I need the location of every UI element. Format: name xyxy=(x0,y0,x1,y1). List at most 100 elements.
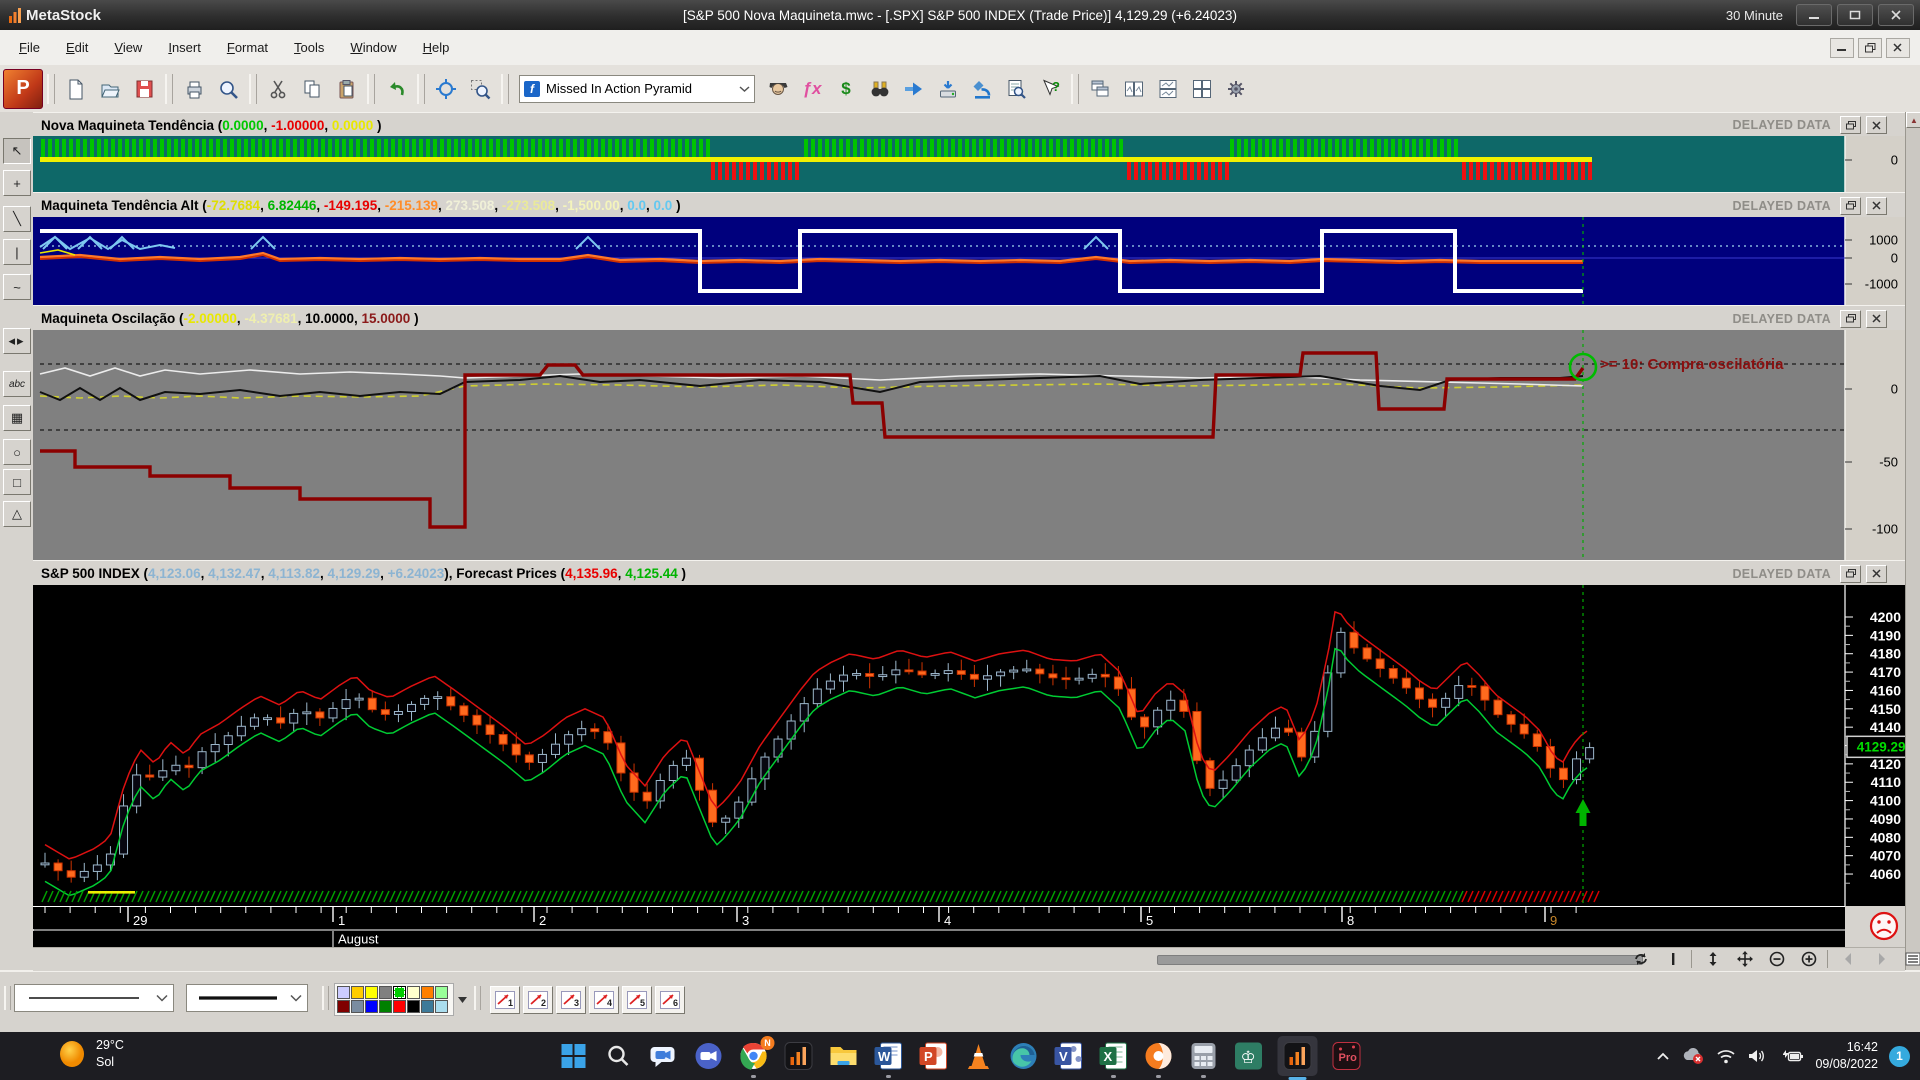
menu-view[interactable]: View xyxy=(101,36,155,59)
child-restore-button[interactable] xyxy=(1858,38,1882,58)
close-button[interactable] xyxy=(1878,4,1914,26)
zoom-out-button[interactable] xyxy=(1763,949,1791,969)
menu-edit[interactable]: Edit xyxy=(53,36,101,59)
zoom-in-button[interactable] xyxy=(1795,949,1823,969)
color-swatch[interactable] xyxy=(379,986,392,999)
maximize-button[interactable] xyxy=(1837,4,1873,26)
paste-button[interactable] xyxy=(329,72,363,106)
vertical-scrollbar[interactable]: ▲ xyxy=(1905,112,1920,970)
panel-close-button[interactable] xyxy=(1866,310,1887,328)
scrollbar-thumb[interactable] xyxy=(1157,955,1643,965)
menu-format[interactable]: Format xyxy=(214,36,281,59)
layout-settings-button[interactable] xyxy=(1219,72,1253,106)
panel-restore-button[interactable] xyxy=(1840,116,1861,134)
wifi-icon[interactable] xyxy=(1716,1048,1736,1064)
child-minimize-button[interactable] xyxy=(1830,38,1854,58)
minimize-button[interactable] xyxy=(1796,4,1832,26)
taskbar-start-icon[interactable] xyxy=(558,1040,590,1072)
pan-button[interactable] xyxy=(1731,949,1759,969)
panel-restore-button[interactable] xyxy=(1840,197,1861,215)
color-swatch[interactable] xyxy=(393,986,406,999)
forecast-arrow-button[interactable] xyxy=(897,72,931,106)
panel-restore-button[interactable] xyxy=(1840,310,1861,328)
crosshair-button[interactable] xyxy=(429,72,463,106)
chart-template-4[interactable]: 4 xyxy=(589,986,619,1014)
color-swatch[interactable] xyxy=(379,1000,392,1013)
expert-advisor-button[interactable] xyxy=(761,72,795,106)
scroll-up-button[interactable]: ▲ xyxy=(1906,112,1920,128)
save-button[interactable] xyxy=(127,72,161,106)
notification-badge[interactable]: 1 xyxy=(1889,1046,1910,1067)
print-preview-button[interactable] xyxy=(211,72,245,106)
color-swatch[interactable] xyxy=(365,1000,378,1013)
menu-file[interactable]: File xyxy=(6,36,53,59)
taskbar-browser-icon[interactable] xyxy=(1143,1040,1175,1072)
color-swatch[interactable] xyxy=(435,1000,448,1013)
taskbar-metastock-icon[interactable] xyxy=(783,1040,815,1072)
color-swatch[interactable] xyxy=(435,986,448,999)
panel-restore-button[interactable] xyxy=(1840,565,1861,583)
taskbar-clock[interactable]: 16:42 09/08/2022 xyxy=(1815,1039,1878,1073)
color-swatch[interactable] xyxy=(421,986,434,999)
color-swatch[interactable] xyxy=(351,986,364,999)
color-swatch[interactable] xyxy=(337,1000,350,1013)
taskbar-metastock-active-icon[interactable] xyxy=(1278,1036,1318,1076)
onedrive-error-icon[interactable] xyxy=(1681,1047,1705,1065)
child-close-button[interactable] xyxy=(1886,38,1910,58)
date-axis[interactable]: 291234589August xyxy=(0,906,1920,947)
palette-more-button[interactable] xyxy=(455,992,469,1008)
menu-tools[interactable]: Tools xyxy=(281,36,337,59)
open-folder-button[interactable] xyxy=(93,72,127,106)
panel-close-button[interactable] xyxy=(1866,565,1887,583)
expand-vertical-button[interactable] xyxy=(1699,949,1727,969)
taskbar-visio-icon[interactable]: V xyxy=(1053,1040,1085,1072)
chart-template-5[interactable]: 5 xyxy=(622,986,652,1014)
taskbar-pro-icon[interactable]: Pro xyxy=(1331,1040,1363,1072)
taskbar-word-icon[interactable]: W xyxy=(873,1040,905,1072)
tile-vertical-button[interactable] xyxy=(1117,72,1151,106)
color-swatch[interactable] xyxy=(407,1000,420,1013)
taskbar-powerpoint-icon[interactable]: P xyxy=(918,1040,950,1072)
explorer-binoculars-button[interactable] xyxy=(863,72,897,106)
chart-template-3[interactable]: 3 xyxy=(556,986,586,1014)
panel-close-button[interactable] xyxy=(1866,116,1887,134)
color-swatch[interactable] xyxy=(393,1000,406,1013)
tray-chevron-icon[interactable] xyxy=(1656,1051,1670,1061)
list-button[interactable] xyxy=(1899,949,1920,969)
taskbar-teams-icon[interactable] xyxy=(693,1040,725,1072)
cascade-windows-button[interactable] xyxy=(1083,72,1117,106)
taskbar-vlc-icon[interactable] xyxy=(963,1040,995,1072)
tile-horizontal-button[interactable] xyxy=(1151,72,1185,106)
line-weight-dropdown[interactable] xyxy=(186,984,308,1012)
bar-button[interactable] xyxy=(1659,949,1687,969)
help-pointer-button[interactable]: ? xyxy=(1033,72,1067,106)
dollar-button[interactable]: $ xyxy=(829,72,863,106)
taskbar-calculator-icon[interactable] xyxy=(1188,1040,1220,1072)
taskbar-chat-icon[interactable] xyxy=(648,1040,680,1072)
color-swatch[interactable] xyxy=(351,1000,364,1013)
battery-icon[interactable] xyxy=(1778,1048,1804,1064)
zoom-box-button[interactable] xyxy=(463,72,497,106)
taskbar-excel-icon[interactable]: X xyxy=(1098,1040,1130,1072)
taskbar-explorer-icon[interactable] xyxy=(828,1040,860,1072)
weather-widget[interactable]: 29°C Sol xyxy=(58,1037,124,1071)
tile-grid-button[interactable] xyxy=(1185,72,1219,106)
chart-template-6[interactable]: 6 xyxy=(655,986,685,1014)
taskbar-chess-icon[interactable]: ♔ xyxy=(1233,1040,1265,1072)
refresh-button[interactable] xyxy=(1627,949,1655,969)
panel-chart-tendencia[interactable]: 0 xyxy=(0,136,1920,192)
color-swatch[interactable] xyxy=(407,986,420,999)
taskbar-chrome-icon[interactable]: N xyxy=(738,1040,770,1072)
new-document-button[interactable] xyxy=(59,72,93,106)
panel-close-button[interactable] xyxy=(1866,197,1887,215)
color-swatch[interactable] xyxy=(337,986,350,999)
undo-button[interactable] xyxy=(379,72,413,106)
prev-button[interactable] xyxy=(1835,949,1863,969)
color-swatch[interactable] xyxy=(421,1000,434,1013)
function-fx-button[interactable]: ƒx xyxy=(795,72,829,106)
panel-chart-price[interactable]: 4200419041804170416041504140413041204110… xyxy=(0,585,1920,906)
menu-insert[interactable]: Insert xyxy=(155,36,214,59)
taskbar-edge-icon[interactable] xyxy=(1008,1040,1040,1072)
power-console-button[interactable]: P xyxy=(3,69,43,109)
indicator-combobox[interactable]: fMissed In Action Pyramid xyxy=(519,75,755,103)
